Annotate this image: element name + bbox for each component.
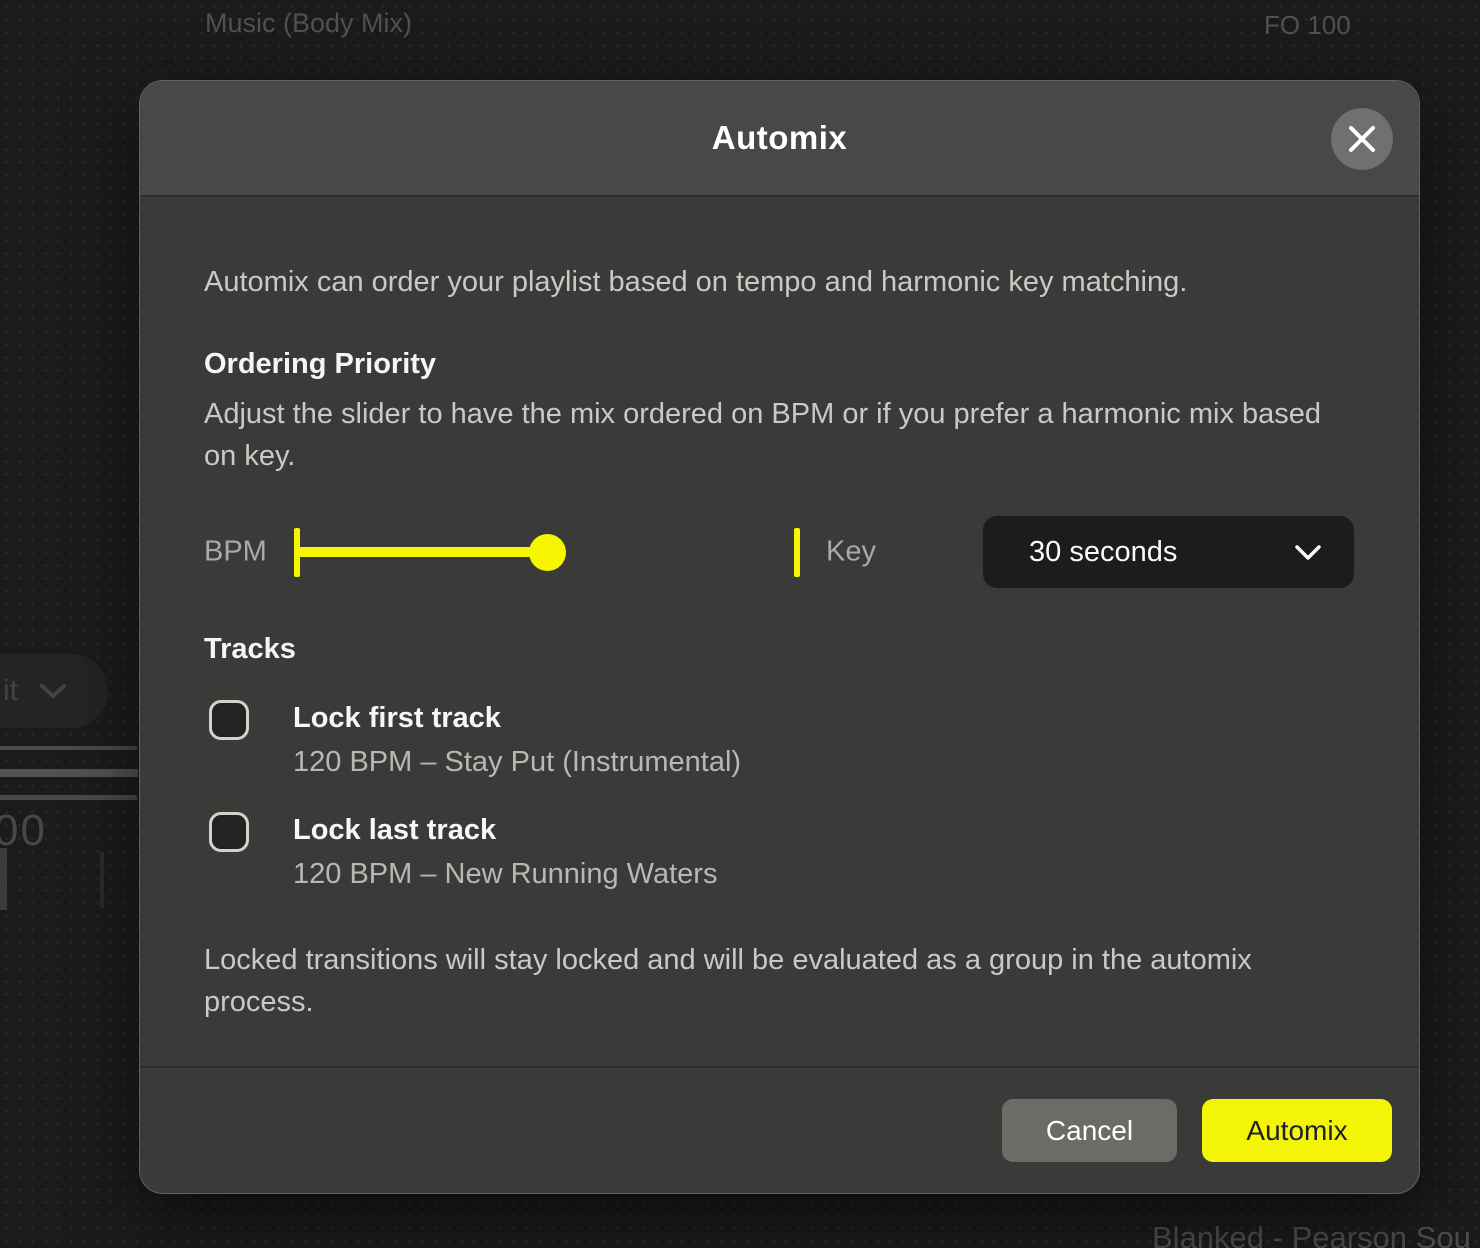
lock-last-track-checkbox[interactable] <box>209 812 249 852</box>
lock-first-track-label: Lock first track <box>293 697 741 739</box>
lock-last-track-label: Lock last track <box>293 809 717 851</box>
close-icon <box>1347 124 1377 154</box>
tracks-heading: Tracks <box>204 628 1355 670</box>
automix-submit-button[interactable]: Automix <box>1202 1099 1392 1162</box>
chevron-down-icon <box>1294 544 1322 561</box>
transition-duration-value: 30 seconds <box>1029 536 1294 569</box>
background-next-track-title: Blanked - Pearson Sou <box>1152 1220 1471 1248</box>
background-fo-value: FO 100 <box>1264 10 1351 41</box>
last-track-detail: 120 BPM – New Running Waters <box>293 853 717 895</box>
dialog-title: Automix <box>712 119 848 157</box>
background-timeline-number: 00 <box>0 806 47 856</box>
bpm-key-slider[interactable] <box>294 516 800 588</box>
ordering-priority-description: Adjust the slider to have the mix ordere… <box>204 393 1344 477</box>
automix-dialog: Automix Automix can order your playlist … <box>139 80 1420 1194</box>
background-timeline-tick <box>100 852 104 908</box>
slider-handle[interactable] <box>529 534 566 571</box>
lock-last-track-row: Lock last track 120 BPM – New Running Wa… <box>204 809 1355 895</box>
background-timeline-tick <box>0 848 7 910</box>
lock-first-track-row: Lock first track 120 BPM – Stay Put (Ins… <box>204 697 1355 783</box>
dialog-header: Automix <box>140 81 1419 197</box>
background-timeline-line <box>0 769 138 777</box>
slider-bpm-label: BPM <box>204 536 267 569</box>
slider-max-tick <box>794 528 800 577</box>
automix-description: Automix can order your playlist based on… <box>204 261 1355 303</box>
lock-first-track-checkbox[interactable] <box>209 700 249 740</box>
chevron-down-icon <box>40 683 66 699</box>
slider-key-label: Key <box>826 536 876 569</box>
dialog-body: Automix can order your playlist based on… <box>140 261 1419 1023</box>
background-timeline-line <box>0 746 137 750</box>
ordering-slider-row: BPM Key 30 seconds <box>204 516 1355 588</box>
background-track-title: Music (Body Mix) <box>205 8 412 39</box>
ordering-priority-heading: Ordering Priority <box>204 343 1355 385</box>
background-edit-pill: it <box>0 654 108 728</box>
background-edit-pill-label: it <box>3 674 18 708</box>
slider-track-fill <box>297 547 548 557</box>
transition-duration-select[interactable]: 30 seconds <box>983 516 1354 588</box>
close-button[interactable] <box>1331 108 1393 170</box>
first-track-detail: 120 BPM – Stay Put (Instrumental) <box>293 741 741 783</box>
cancel-button[interactable]: Cancel <box>1002 1099 1177 1162</box>
dialog-footer: Cancel Automix <box>140 1066 1419 1193</box>
background-timeline-line <box>0 795 137 800</box>
locked-transitions-note: Locked transitions will stay locked and … <box>204 939 1324 1023</box>
